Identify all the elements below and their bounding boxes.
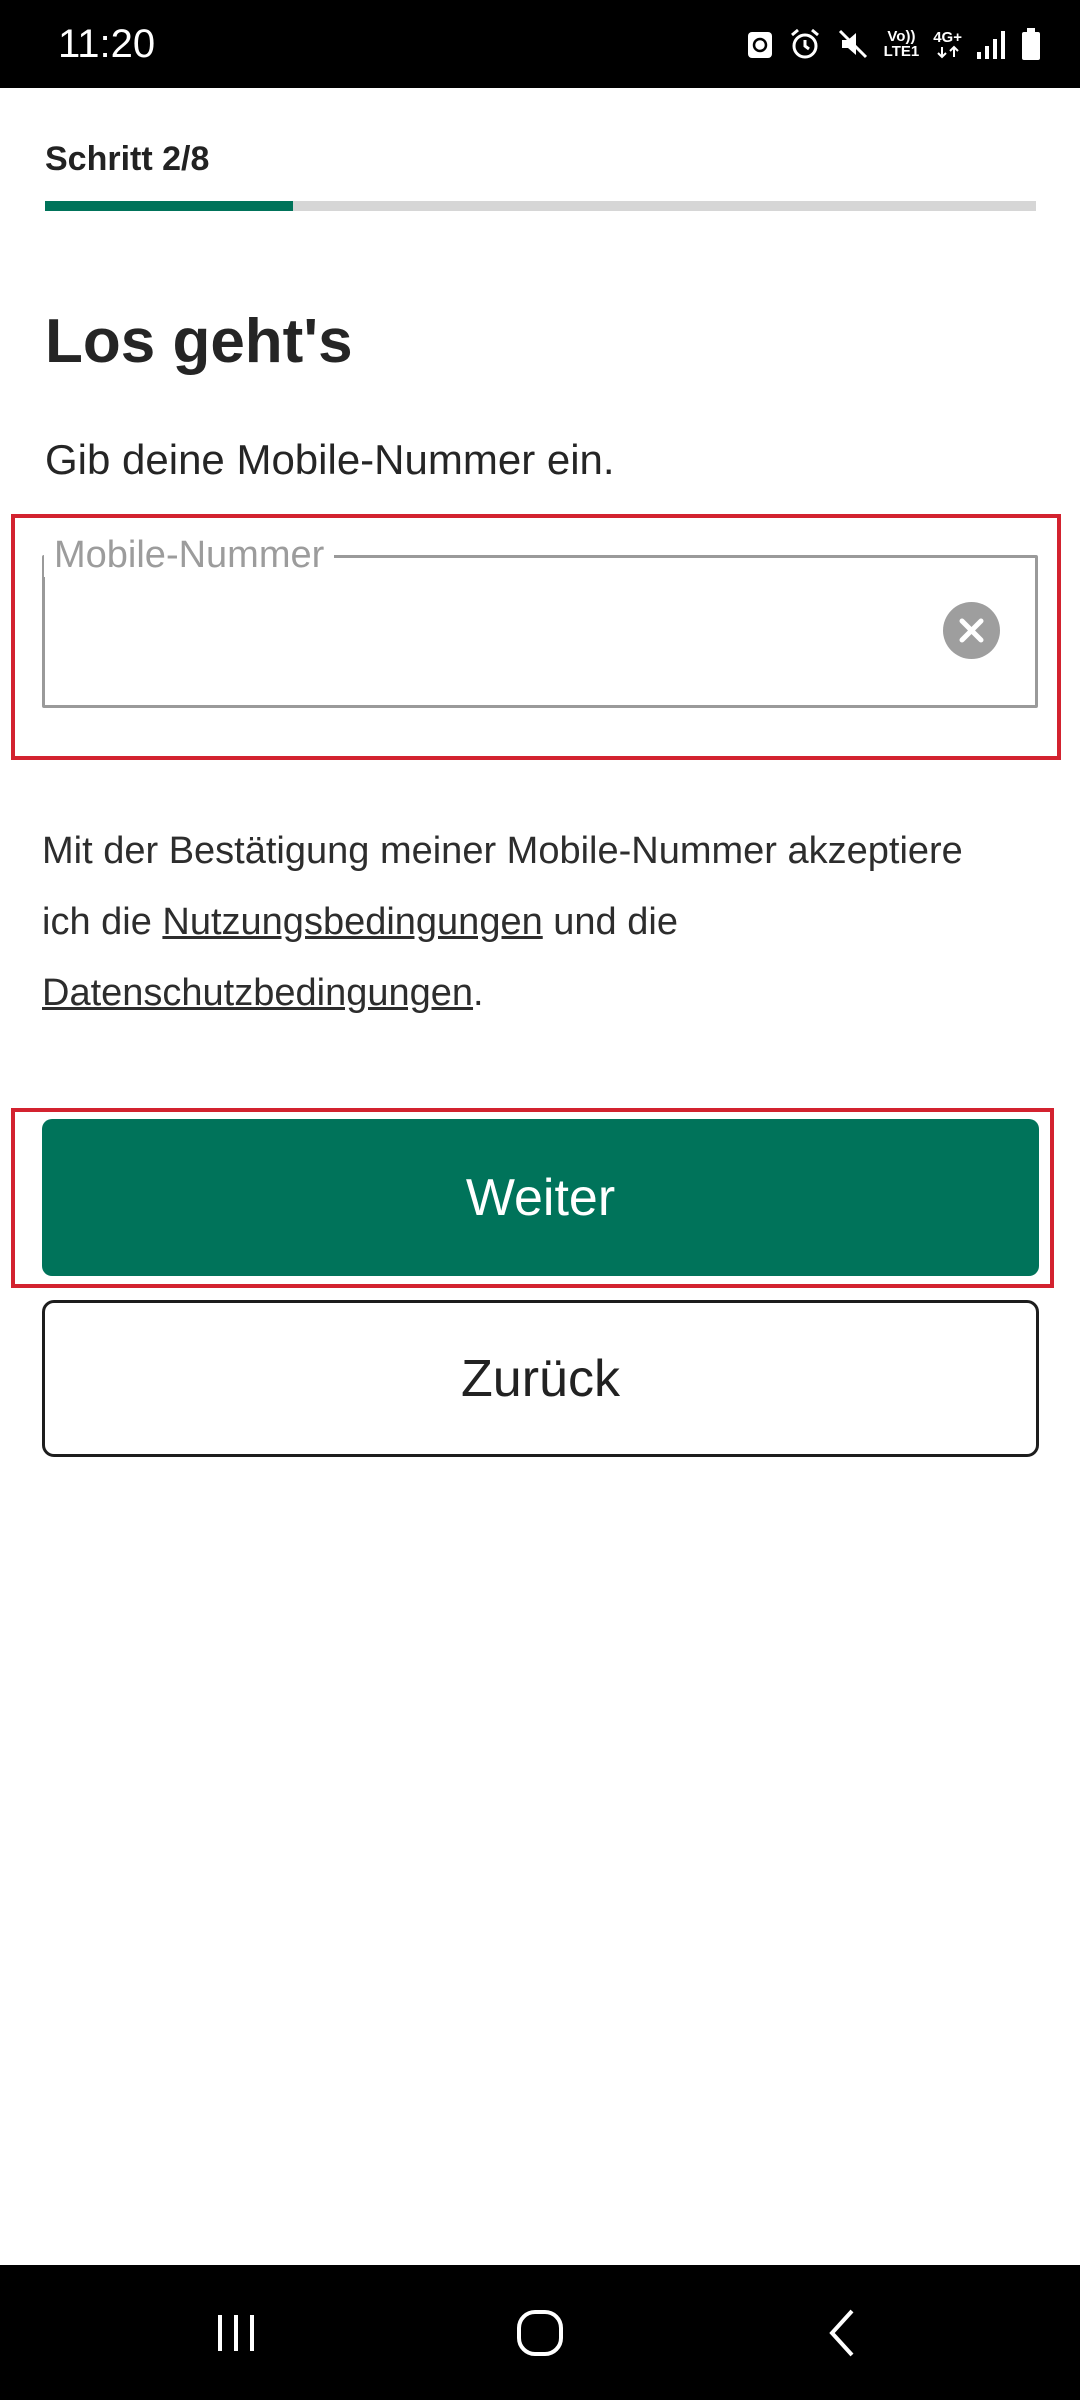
mute-icon	[836, 27, 870, 61]
system-back-button[interactable]	[762, 2265, 922, 2400]
alarm-icon	[788, 27, 822, 61]
recycle-icon	[746, 28, 774, 60]
back-button[interactable]: Zurück	[42, 1300, 1039, 1457]
battery-icon	[1020, 27, 1042, 61]
status-time: 11:20	[58, 22, 156, 66]
terms-link[interactable]: Nutzungsbedingungen	[162, 901, 542, 943]
clear-input-button[interactable]	[943, 602, 1000, 659]
navigation-bar	[0, 2265, 1080, 2400]
home-button[interactable]	[460, 2265, 620, 2400]
step-progress-fill	[45, 201, 293, 211]
next-button[interactable]: Weiter	[42, 1119, 1039, 1276]
step-progress-bar	[45, 201, 1036, 211]
page-subtitle: Gib deine Mobile-Nummer ein.	[45, 436, 615, 483]
network-4g-icon: 4G+	[933, 30, 962, 59]
status-bar: 11:20 Vo)) LTE1 4G+	[0, 0, 1080, 88]
signal-icon	[976, 28, 1006, 60]
home-icon	[517, 2309, 563, 2356]
close-icon	[959, 618, 984, 643]
volte-icon: Vo)) LTE1	[883, 28, 920, 60]
page-title: Los geht's	[45, 307, 353, 376]
step-label: Schritt 2/8	[45, 140, 210, 178]
phone-input[interactable]	[70, 600, 910, 660]
phone-field-label: Mobile-Nummer	[44, 534, 335, 577]
status-icons: Vo)) LTE1 4G+	[746, 24, 1042, 64]
recent-apps-icon	[218, 2314, 254, 2351]
recent-apps-button[interactable]	[156, 2265, 316, 2400]
back-icon	[829, 2309, 854, 2356]
legal-text: Mit der Bestätigung meiner Mobile-Nummer…	[42, 830, 963, 1014]
privacy-link[interactable]: Datenschutzbedingungen	[42, 972, 473, 1014]
